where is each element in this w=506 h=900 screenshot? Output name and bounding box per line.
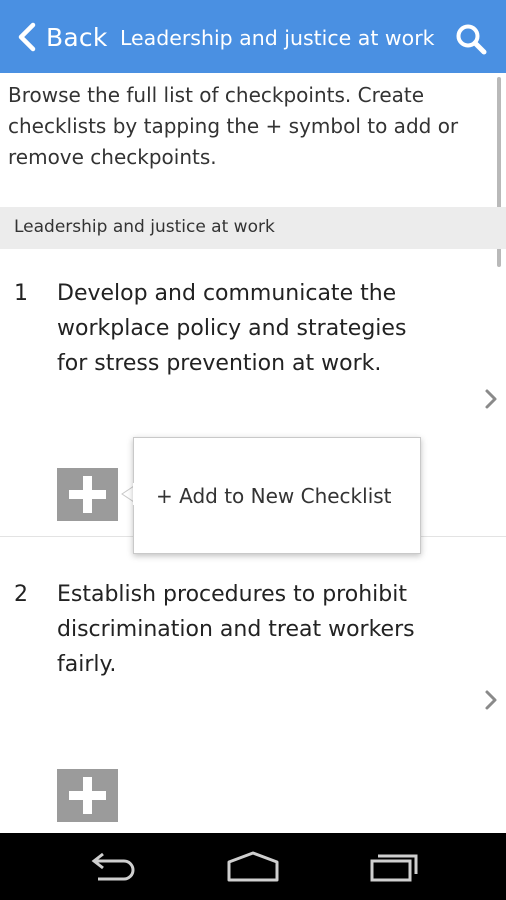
popup-arrow-join: [133, 483, 136, 505]
back-arrow-icon[interactable]: [84, 850, 142, 884]
app-bar: Back Leadership and justice at work: [0, 0, 506, 73]
recent-apps-icon[interactable]: [366, 850, 424, 884]
chevron-right-icon[interactable]: [484, 388, 498, 410]
search-icon[interactable]: [454, 22, 488, 56]
item-number: 1: [14, 281, 28, 306]
section-header: Leadership and justice at work: [0, 207, 506, 249]
add-to-checklist-popup[interactable]: + Add to New Checklist: [133, 437, 421, 554]
system-nav-bar: [0, 833, 506, 900]
chevron-right-icon[interactable]: [484, 689, 498, 711]
item-text: Develop and communicate the workplace po…: [57, 281, 407, 376]
home-icon[interactable]: [224, 850, 282, 884]
section-title: Leadership and justice at work: [14, 217, 275, 237]
intro-text: Browse the full list of checkpoints. Cre…: [8, 83, 459, 169]
add-checkpoint-button[interactable]: [57, 468, 118, 521]
back-button[interactable]: Back: [16, 18, 108, 56]
page-title: Leadership and justice at work: [120, 26, 435, 50]
item-text: Establish procedures to prohibit discrim…: [57, 582, 415, 677]
item-number: 2: [14, 582, 28, 607]
add-to-new-checklist-option[interactable]: + Add to New Checklist: [156, 484, 392, 508]
back-label: Back: [46, 22, 108, 52]
chevron-left-icon: [18, 22, 36, 52]
add-checkpoint-button[interactable]: [57, 769, 118, 822]
